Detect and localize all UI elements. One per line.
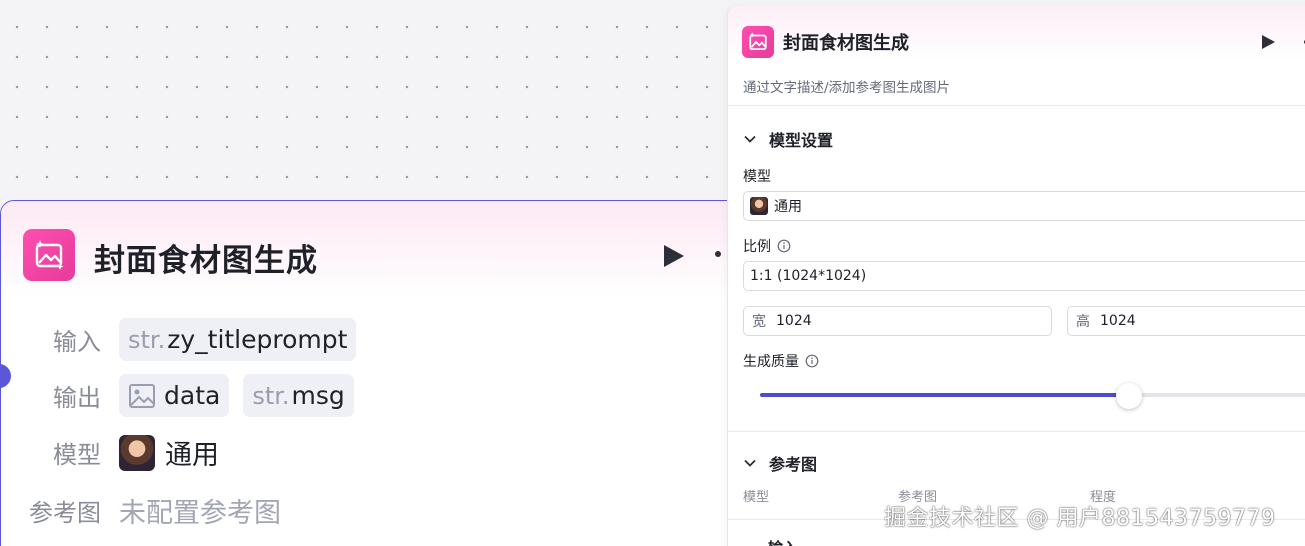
config-panel: 封面食材图生成 通过文字描述/添加参考图生成图片 模型设置 模型 通用 比例 1… [727, 6, 1305, 546]
node-model-row: 模型 通用 [1, 433, 219, 472]
input-label: 输入 [53, 328, 101, 356]
input-name: zy_titleprompt [167, 325, 348, 354]
model-field-label: 模型 [743, 166, 771, 186]
height-value: 1024 [1100, 313, 1136, 329]
chevron-down-icon [744, 135, 756, 143]
chevron-down-icon [744, 459, 756, 467]
model-avatar [119, 434, 155, 471]
width-value: 1024 [776, 313, 812, 329]
reference-header[interactable]: 参考图 [743, 451, 817, 475]
quality-slider[interactable] [760, 393, 1305, 397]
label-text: 模型 [743, 169, 771, 185]
image-generate-icon [742, 26, 774, 58]
label-text: 比例 [743, 239, 771, 255]
panel-header: 封面食材图生成 通过文字描述/添加参考图生成图片 [728, 6, 1305, 106]
height-input[interactable]: 高 1024 [1067, 306, 1305, 336]
more-icon[interactable] [715, 251, 721, 257]
slider-thumb[interactable] [1116, 383, 1142, 409]
node-reference-row: 参考图 未配置参考图 [1, 491, 281, 530]
reference-label: 参考图 [29, 499, 101, 527]
node-header: 封面食材图生成 [1, 201, 759, 309]
width-input[interactable]: 宽 1024 [743, 306, 1052, 336]
divider [728, 431, 1305, 432]
node-output-row: 输出 data str. msg [1, 374, 354, 417]
watermark: 掘金技术社区 @ 用户881543759779 [884, 506, 1276, 531]
type-prefix: str. [128, 325, 166, 354]
node-input-row: 输入 str. zy_titleprompt [1, 318, 357, 361]
model-name: 通用 [165, 440, 219, 471]
input-tag: str. zy_titleprompt [119, 318, 357, 361]
info-icon[interactable] [805, 354, 819, 368]
section-title: 模型设置 [769, 131, 834, 150]
image-generate-icon [23, 229, 75, 281]
output-tag-data: data [119, 374, 230, 417]
reference-value: 未配置参考图 [119, 498, 281, 529]
section-title: 参考图 [769, 455, 818, 474]
node-title: 封面食材图生成 [94, 243, 318, 279]
model-select[interactable]: 通用 [743, 191, 1305, 221]
width-label: 宽 [752, 314, 766, 330]
input-section-title[interactable]: 输入 [768, 537, 798, 546]
model-settings-header[interactable]: 模型设置 [743, 127, 833, 151]
play-icon[interactable] [661, 243, 687, 269]
slider-fill [760, 393, 1132, 397]
output-tag-msg: str. msg [243, 374, 354, 417]
output-name: data [164, 381, 221, 410]
panel-description: 通过文字描述/添加参考图生成图片 [743, 80, 951, 96]
model-select-value: 通用 [774, 199, 802, 215]
info-icon[interactable] [777, 239, 791, 253]
ratio-select[interactable]: 1:1 (1024*1024) [743, 261, 1305, 291]
model-value: 通用 [119, 433, 219, 472]
play-icon[interactable] [1260, 34, 1276, 50]
label-text: 生成质量 [743, 354, 799, 370]
type-prefix: str. [252, 381, 290, 410]
ratio-select-value: 1:1 (1024*1024) [750, 268, 867, 284]
output-name: msg [291, 381, 345, 410]
model-avatar [750, 197, 768, 215]
image-icon [129, 383, 155, 408]
panel-title: 封面食材图生成 [783, 33, 909, 54]
quality-field-label: 生成质量 [743, 351, 819, 371]
output-label: 输出 [53, 384, 101, 412]
col-model: 模型 [743, 490, 770, 505]
ratio-field-label: 比例 [743, 236, 791, 256]
height-label: 高 [1076, 314, 1090, 330]
workflow-node[interactable]: 封面食材图生成 输入 str. zy_titleprompt 输出 data s… [0, 200, 760, 546]
model-label: 模型 [53, 441, 101, 469]
